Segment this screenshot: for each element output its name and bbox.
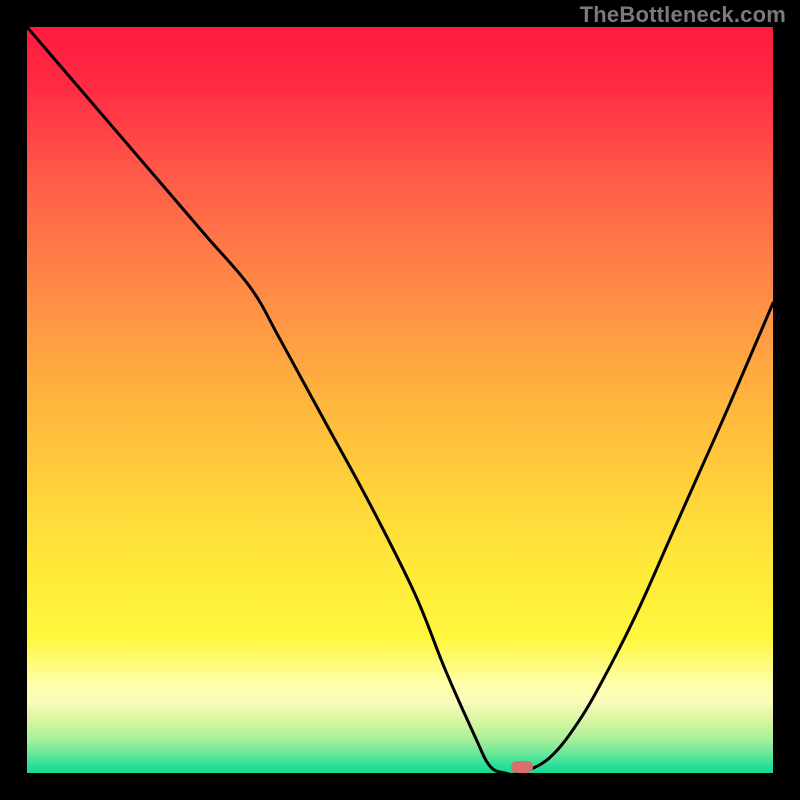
- optimum-marker: [511, 761, 533, 773]
- watermark-text: TheBottleneck.com: [580, 2, 786, 28]
- plot-area: [27, 27, 773, 773]
- chart-frame: TheBottleneck.com: [0, 0, 800, 800]
- bottleneck-curve: [27, 27, 773, 773]
